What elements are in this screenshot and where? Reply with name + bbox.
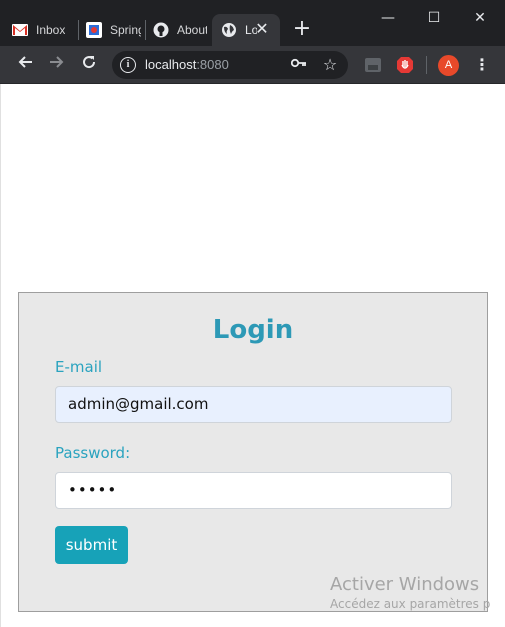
login-title: Login (212, 315, 294, 345)
toolbar-separator (426, 56, 427, 74)
submit-button[interactable]: submit (55, 526, 128, 564)
tab-separator (145, 20, 146, 40)
address-url: localhost:8080 (145, 57, 229, 72)
globe-icon (221, 22, 237, 38)
close-tab-icon[interactable]: ✕ (254, 22, 270, 38)
password-label: Password: (55, 444, 131, 462)
new-tab-button[interactable]: + (290, 18, 314, 42)
page-edge (0, 84, 3, 627)
tab-inbox[interactable]: Inbox (12, 14, 74, 46)
login-form: Login E-mail admin@gmail.com Password: •… (18, 292, 488, 612)
back-button[interactable] (13, 53, 37, 77)
tab-about[interactable]: About (153, 14, 207, 46)
forward-button[interactable] (45, 53, 69, 77)
tab-strip: Inbox Spring About Login ✕ + — ☐ ✕ (0, 0, 505, 46)
back-arrow-icon (18, 56, 32, 68)
maximize-button[interactable]: ☐ (414, 6, 454, 30)
extension-icon[interactable] (364, 56, 382, 74)
github-icon (153, 22, 169, 38)
close-window-button[interactable]: ✕ (460, 6, 500, 30)
address-bar[interactable]: i localhost:8080 ☆ (112, 51, 348, 79)
info-icon[interactable]: i (120, 57, 136, 73)
password-field[interactable]: ••••• (55, 472, 452, 509)
reload-button[interactable] (77, 53, 101, 77)
windows-activation-watermark: Activer Windows Accédez aux paramètres p (330, 574, 490, 611)
activation-title: Activer Windows (330, 574, 480, 595)
reload-icon (83, 56, 96, 69)
gmail-icon (12, 22, 28, 38)
tab-label: About (177, 23, 207, 37)
email-label: E-mail (55, 358, 103, 376)
address-host: localhost (145, 57, 197, 72)
email-field[interactable]: admin@gmail.com (55, 386, 452, 423)
ad-block-extension-icon[interactable] (396, 56, 414, 74)
more-menu-icon[interactable]: ⋮ (472, 53, 492, 77)
activation-subtitle: Accédez aux paramètres p (330, 597, 491, 611)
key-icon[interactable] (290, 56, 308, 74)
profile-avatar[interactable]: A (438, 55, 459, 76)
page-viewport: Login E-mail admin@gmail.com Password: •… (0, 84, 505, 627)
bookmark-star-icon[interactable]: ☆ (320, 55, 340, 75)
forward-arrow-icon (50, 56, 64, 68)
tab-login[interactable]: Login ✕ (212, 14, 280, 46)
browser-window: Inbox Spring About Login ✕ + — ☐ ✕ (0, 0, 505, 627)
address-port: :8080 (196, 57, 229, 72)
tab-label: Spring (110, 23, 141, 37)
browser-toolbar: i localhost:8080 ☆ A ⋮ (0, 46, 505, 84)
tab-spring[interactable]: Spring (86, 14, 141, 46)
minimize-button[interactable]: — (368, 6, 408, 30)
spring-icon (86, 22, 102, 38)
tab-label: Inbox (36, 23, 66, 37)
tab-separator (78, 20, 79, 40)
